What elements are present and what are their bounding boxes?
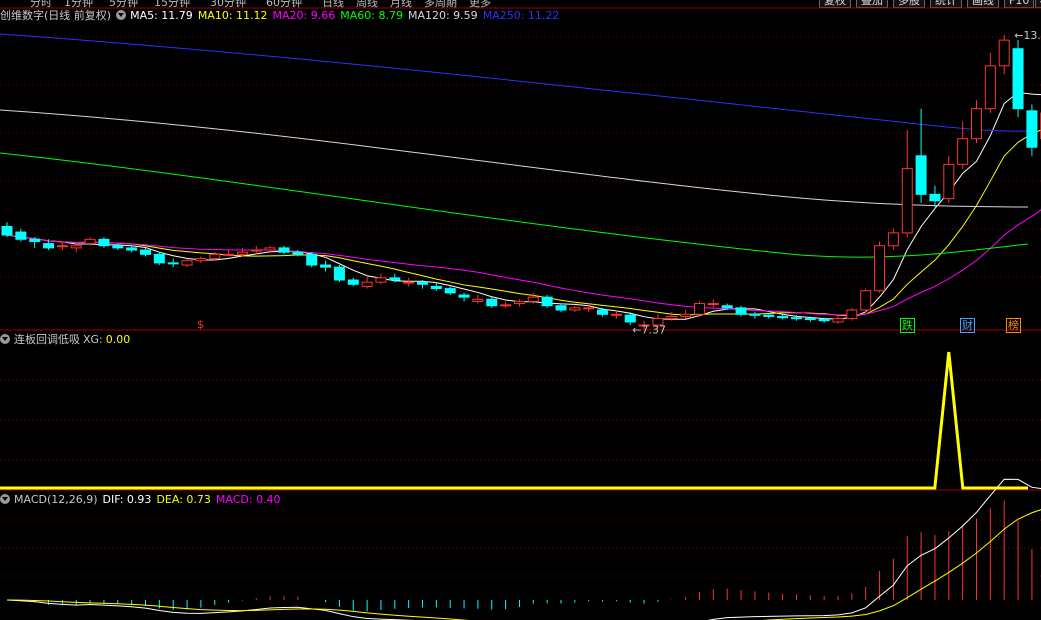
candle-body [874, 245, 886, 292]
xg-signal-line [0, 351, 1028, 490]
candle-body [1012, 48, 1024, 110]
candle-body [430, 285, 442, 290]
candle-body [555, 305, 567, 311]
candle-body [790, 317, 802, 320]
candle-body [98, 238, 110, 247]
candle-body [403, 281, 415, 284]
candle-body [15, 231, 27, 240]
candle-body [610, 313, 622, 316]
ma5-line [6, 91, 1041, 320]
candle-body [375, 277, 387, 283]
candle-body [70, 245, 82, 249]
low-price-label: ←7.37 [632, 323, 666, 336]
candle-body [417, 281, 428, 285]
ma250-line [0, 33, 1029, 132]
ma60-line [0, 152, 1029, 258]
candle-body [389, 277, 401, 281]
candle-body [500, 304, 512, 307]
candle-body [694, 303, 705, 315]
candle-body [486, 298, 498, 307]
candle-body [777, 315, 789, 319]
candle-body [735, 307, 747, 315]
candle-body [1, 225, 13, 236]
kline-chart[interactable]: ←13.32 ←7.37 [0, 0, 1041, 620]
candle-body [320, 264, 332, 268]
candle-body [181, 260, 193, 266]
candle-body [569, 307, 581, 311]
candle-body [984, 65, 996, 110]
candle-body [43, 243, 55, 249]
dif-line [6, 478, 1041, 620]
candle-body [444, 288, 456, 294]
candle-body [832, 318, 844, 323]
candle-body [624, 314, 636, 323]
candle-body [264, 247, 276, 251]
event-badge-1[interactable]: 跌 [900, 318, 915, 333]
candle-body [84, 238, 96, 245]
candle-body [818, 318, 830, 322]
candle-body [278, 247, 290, 253]
candle-body [153, 253, 165, 264]
candle-body [943, 163, 955, 200]
candle-body [707, 303, 719, 306]
candle-body [29, 238, 41, 242]
candle-body [860, 290, 872, 311]
candle-body [597, 309, 609, 315]
candle-body [236, 251, 248, 255]
candle-body [929, 193, 941, 202]
candle-body [1026, 110, 1038, 148]
candle-body [804, 318, 816, 321]
candle-body [721, 305, 733, 309]
candle-body [915, 155, 927, 195]
candle-body [361, 281, 373, 287]
candle-body [306, 253, 318, 266]
candle-body [749, 313, 761, 316]
candle-body [901, 168, 913, 234]
candle-body [763, 314, 775, 317]
candle-body [112, 245, 124, 249]
candle-body [541, 296, 553, 307]
event-badge-0[interactable]: $ [196, 318, 205, 331]
candle-body [250, 249, 262, 252]
dea-line [6, 509, 1041, 620]
candle-body [666, 315, 678, 320]
candle-body [167, 262, 179, 265]
candle-body [195, 258, 207, 262]
candle-body [887, 232, 899, 247]
candle-body [680, 313, 692, 317]
candle-body [527, 296, 539, 302]
event-badge-2[interactable]: 财 [960, 318, 975, 333]
candle-body [957, 138, 969, 165]
candle-body [458, 294, 470, 298]
candle-body [347, 279, 359, 285]
candle-body [56, 245, 68, 248]
ma120-line [0, 109, 1029, 208]
event-badge-3[interactable]: 榜 [1006, 318, 1021, 333]
candle-body [513, 300, 525, 305]
candle-body [333, 266, 345, 281]
candle-body [140, 249, 151, 255]
candle-body [971, 108, 982, 140]
candle-body [846, 309, 858, 320]
candle-body [223, 253, 235, 256]
high-price-label: ←13.32 [1014, 29, 1041, 42]
candle-body [583, 307, 595, 310]
candle-body [292, 251, 304, 255]
candle-body [126, 247, 138, 251]
candle-body [472, 298, 484, 302]
candle-body [209, 253, 221, 260]
candle-body [998, 39, 1010, 67]
